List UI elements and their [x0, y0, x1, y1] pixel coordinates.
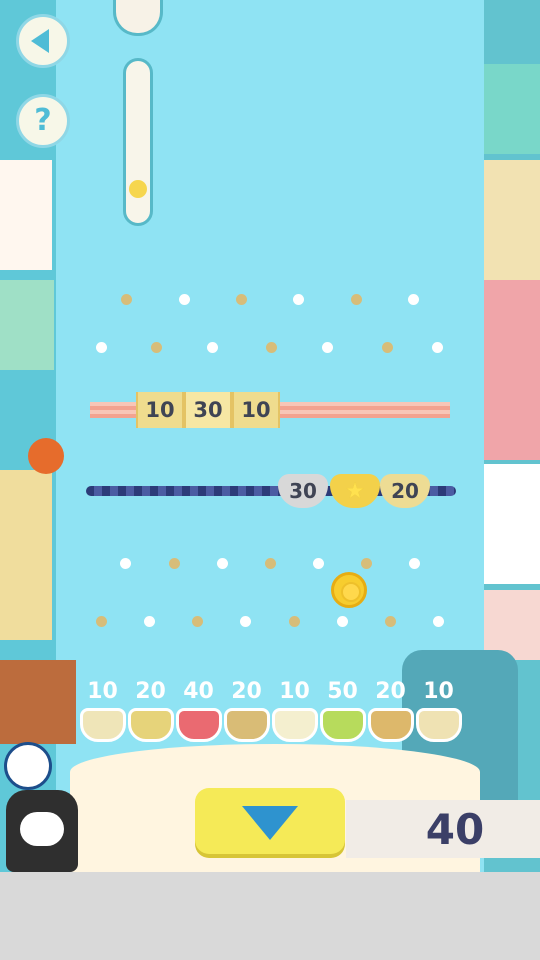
slot-label-4: 20 — [231, 679, 262, 704]
peg — [236, 294, 247, 305]
peg — [266, 342, 277, 353]
help-button[interactable]: ? — [16, 94, 70, 148]
peg — [96, 342, 107, 353]
drop-button[interactable] — [195, 788, 345, 854]
goose-dropper — [103, 0, 173, 226]
slot-bin-1 — [80, 708, 126, 742]
slot-label-1: 10 — [87, 679, 118, 704]
peg — [351, 294, 362, 305]
slot-label-5: 10 — [279, 679, 310, 704]
stripe-label-2: 30 — [184, 392, 232, 428]
peg — [361, 558, 372, 569]
crate-left — [0, 470, 52, 640]
ribbon-box-left — [0, 280, 54, 370]
gift-box-left — [0, 160, 52, 270]
slot-label-6: 50 — [327, 679, 358, 704]
peg — [293, 294, 304, 305]
slot-bin-6 — [320, 708, 366, 742]
slot-label-8: 10 — [423, 679, 454, 704]
peg — [192, 616, 203, 627]
gift-box-right — [484, 64, 540, 154]
peg — [151, 342, 162, 353]
peg — [385, 616, 396, 627]
peg — [240, 616, 251, 627]
peg — [433, 616, 444, 627]
peg — [432, 342, 443, 353]
slot-label-7: 20 — [375, 679, 406, 704]
peg — [217, 558, 228, 569]
coin — [331, 572, 367, 608]
peg — [408, 294, 419, 305]
peg — [169, 558, 180, 569]
star-icon: ★ — [345, 479, 365, 504]
slot-bin-4 — [224, 708, 270, 742]
stripe-label-1: 10 — [136, 392, 184, 428]
slot-bin-7 — [368, 708, 414, 742]
peg — [265, 558, 276, 569]
peg — [120, 558, 131, 569]
peg — [289, 616, 300, 627]
cat-character — [6, 790, 78, 872]
peg — [207, 342, 218, 353]
peg — [409, 558, 420, 569]
soccer-ball — [4, 742, 52, 790]
book-stack-left — [0, 660, 76, 744]
peg — [322, 342, 333, 353]
score-value: 40 — [425, 805, 485, 854]
peg — [179, 294, 190, 305]
pink-bunny — [484, 280, 540, 460]
basketball — [28, 438, 64, 474]
slot-label-3: 40 — [183, 679, 214, 704]
peg — [144, 616, 155, 627]
stripe-label-3: 10 — [232, 392, 280, 428]
down-arrow-icon — [242, 806, 298, 840]
game-screen: ? 10 30 10 30 ★ 20 10 20 40 20 10 50 20 … — [0, 0, 540, 872]
back-icon — [31, 29, 49, 53]
help-icon: ? — [34, 103, 52, 138]
right-decor-shelf — [402, 0, 540, 872]
slot-bin-5 — [272, 708, 318, 742]
slot-bin-8 — [416, 708, 462, 742]
slot-label-2: 20 — [135, 679, 166, 704]
peg — [337, 616, 348, 627]
white-cloth — [484, 464, 540, 584]
pink-shelf — [484, 160, 540, 280]
peg — [96, 616, 107, 627]
slot-bin-2 — [128, 708, 174, 742]
peg — [382, 342, 393, 353]
slot-bin-3 — [176, 708, 222, 742]
peg — [313, 558, 324, 569]
peg — [121, 294, 132, 305]
back-button[interactable] — [16, 14, 70, 68]
